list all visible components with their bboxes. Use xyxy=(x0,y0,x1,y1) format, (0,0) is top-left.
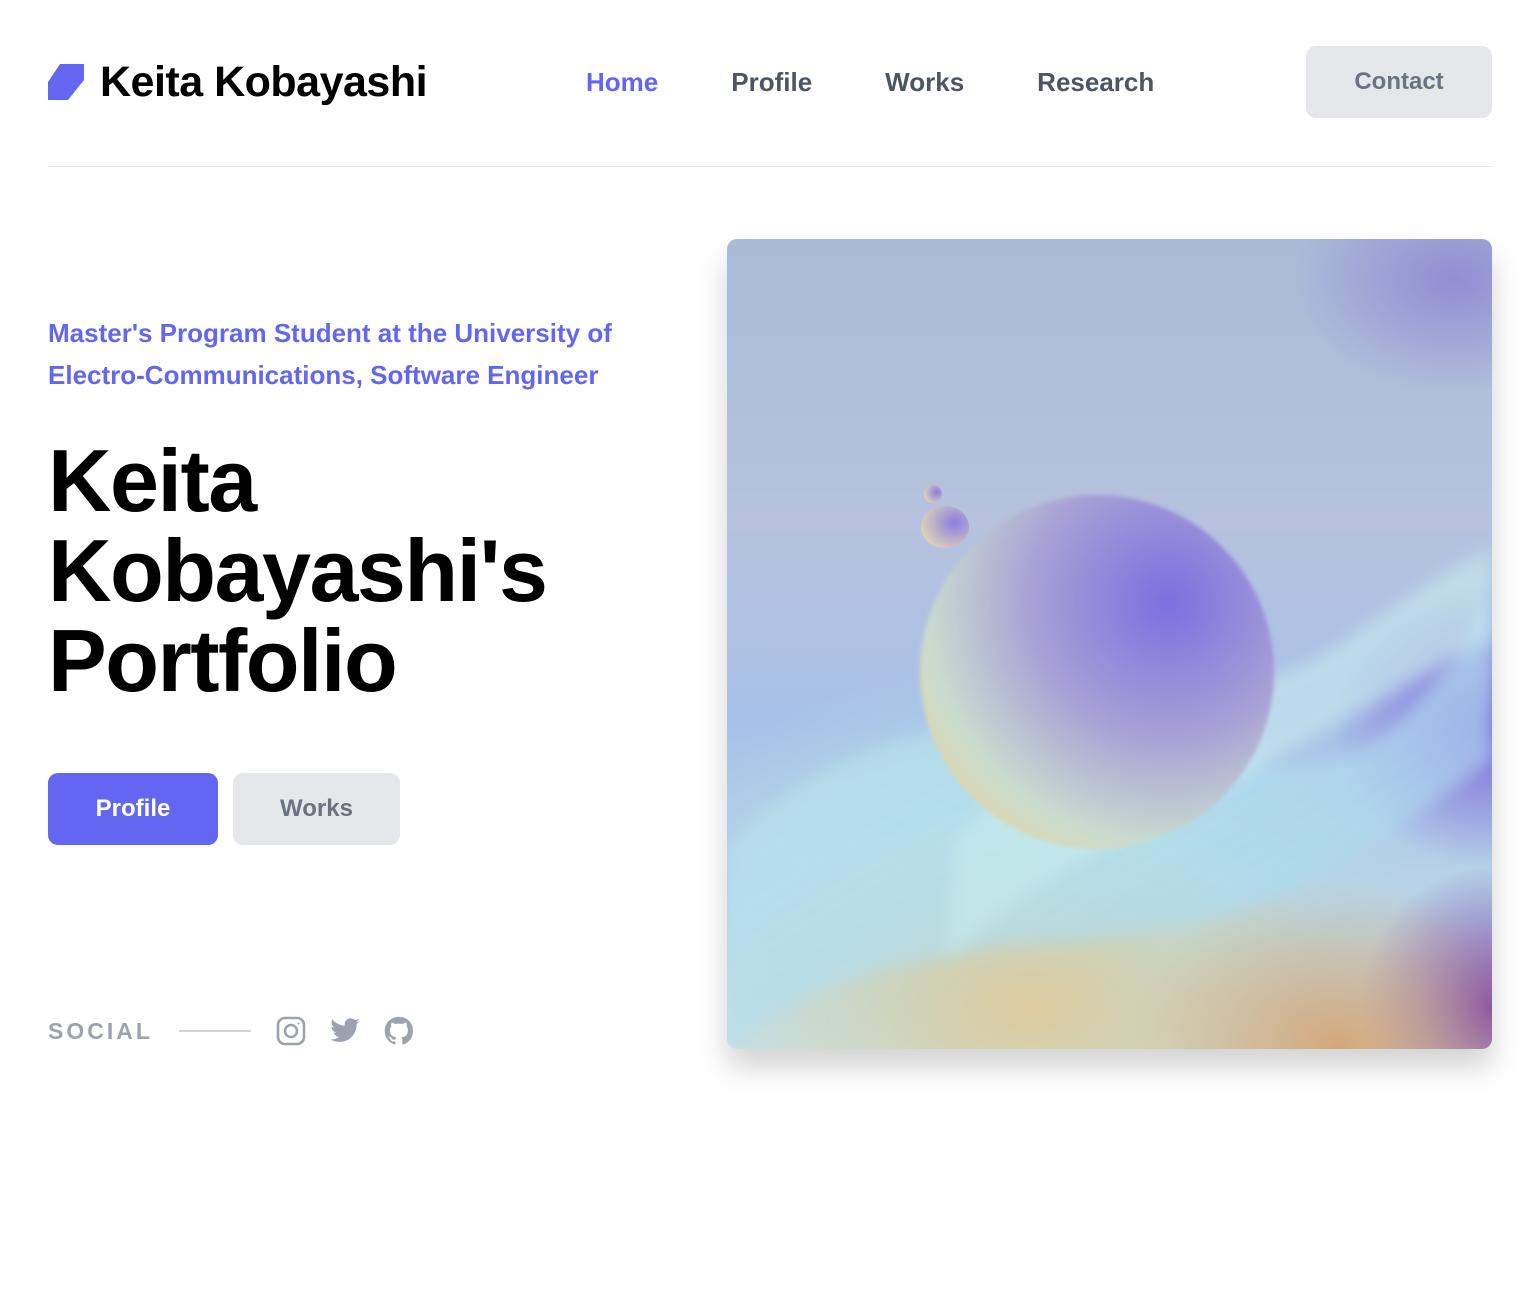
header-divider xyxy=(48,166,1492,167)
abstract-sphere-illustration xyxy=(727,485,1492,1049)
brand[interactable]: Keita Kobayashi xyxy=(48,46,428,118)
works-button[interactable]: Works xyxy=(233,773,400,845)
main-nav: Home Profile Works Research xyxy=(586,46,1154,118)
hero-buttons: Profile Works xyxy=(48,773,400,845)
nav-research-link[interactable]: Research xyxy=(1037,67,1154,98)
nav-profile-link[interactable]: Profile xyxy=(731,67,812,98)
hero-subtitle: Master's Program Student at the Universi… xyxy=(48,318,612,390)
instagram-icon[interactable] xyxy=(275,1015,307,1047)
social-label: SOCIAL xyxy=(48,1017,153,1044)
social-links: SOCIAL xyxy=(48,1008,437,1054)
contact-button[interactable]: Contact xyxy=(1306,46,1492,118)
twitter-icon[interactable] xyxy=(329,1015,361,1047)
social-divider xyxy=(178,1030,251,1032)
hero-title: Keita Kobayashi's Portfolio xyxy=(48,431,548,710)
site-header: Keita Kobayashi Home Profile Works Resea… xyxy=(48,46,1492,118)
logo-parallelogram-icon xyxy=(48,64,84,100)
profile-button[interactable]: Profile xyxy=(48,773,218,845)
nav-works-link[interactable]: Works xyxy=(885,67,964,98)
github-icon[interactable] xyxy=(383,1015,415,1047)
nav-home-link[interactable]: Home xyxy=(586,67,658,98)
hero-image xyxy=(727,239,1492,1049)
brand-name: Keita Kobayashi xyxy=(100,57,428,106)
